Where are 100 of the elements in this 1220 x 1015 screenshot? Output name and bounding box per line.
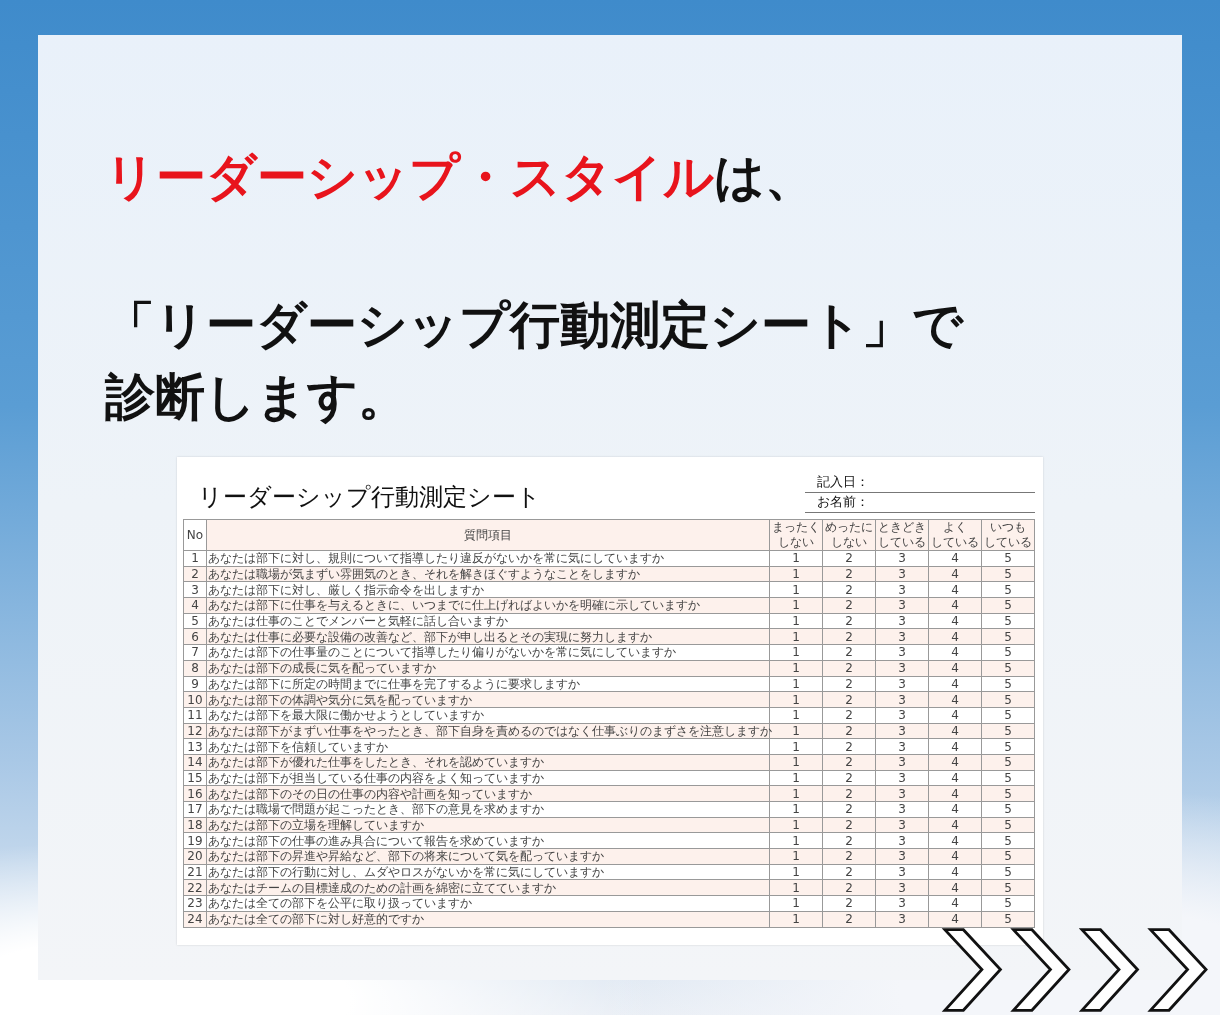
score-cell: 4: [928, 770, 982, 786]
score-cell: 3: [875, 581, 929, 598]
question-cell: あなたは部下を信頼していますか: [206, 738, 770, 755]
row-number: 3: [183, 581, 207, 598]
score-cell: 1: [769, 550, 823, 567]
score-cell: 3: [875, 550, 929, 567]
score-cell: 1: [769, 770, 823, 786]
score-cell: 3: [875, 801, 929, 818]
column-header: めったに: [824, 520, 874, 535]
score-cell: 2: [822, 581, 876, 598]
headline: リーダーシップ・スタイルは、: [105, 147, 816, 208]
score-cell: 1: [769, 864, 823, 880]
score-cell: 5: [981, 676, 1035, 692]
score-cell: 1: [769, 644, 823, 661]
score-cell: 2: [822, 676, 876, 692]
score-cell: 5: [981, 707, 1035, 724]
score-cell: 4: [928, 676, 982, 692]
question-cell: あなたは部下の仕事量のことについて指導したり偏りがないかを常に気にしていますか: [206, 644, 770, 661]
question-cell: あなたは部下に対し、厳しく指示命令を出しますか: [206, 581, 770, 598]
score-cell: 3: [875, 644, 929, 661]
row-number: 17: [183, 801, 207, 818]
fill-in-line[interactable]: 記入日：: [805, 473, 1035, 493]
score-cell: 3: [875, 707, 929, 724]
score-cell: 4: [928, 738, 982, 755]
score-cell: 1: [769, 738, 823, 755]
score-cell: 5: [981, 550, 1035, 567]
score-cell: 1: [769, 801, 823, 818]
score-cell: 1: [769, 676, 823, 692]
question-cell: あなたは部下の仕事の進み具合について報告を求めていますか: [206, 832, 770, 849]
score-cell: 4: [928, 895, 982, 912]
lead-text: 「リーダーシップ行動測定シート」で 診断します。: [105, 295, 963, 428]
row-number: 13: [183, 738, 207, 755]
score-cell: 4: [928, 801, 982, 818]
score-cell: 4: [928, 644, 982, 661]
score-cell: 5: [981, 864, 1035, 880]
column-header: している: [930, 535, 980, 550]
row-number: 21: [183, 864, 207, 880]
column-header: いつも: [989, 520, 1027, 535]
score-cell: 4: [928, 832, 982, 849]
column-header: している: [877, 535, 927, 550]
score-cell: 3: [875, 864, 929, 880]
score-cell: 5: [981, 581, 1035, 598]
score-cell: 3: [875, 895, 929, 912]
column-header: No: [185, 527, 205, 543]
question-cell: あなたは部下の行動に対し、ムダやロスがないかを常に気にしていますか: [206, 864, 770, 880]
score-cell: 5: [981, 832, 1035, 849]
score-cell: 5: [981, 770, 1035, 786]
row-number: 9: [183, 676, 207, 692]
question-cell: あなたは仕事のことでメンバーと気軽に話し合いますか: [206, 613, 770, 629]
fill-in-line[interactable]: お名前：: [805, 493, 1035, 513]
column-header: まったく: [771, 520, 821, 535]
score-cell: 2: [822, 644, 876, 661]
score-cell: 5: [981, 613, 1035, 629]
score-cell: 3: [875, 676, 929, 692]
score-cell: 2: [822, 707, 876, 724]
score-cell: 4: [928, 550, 982, 567]
score-cell: 1: [769, 613, 823, 629]
sheet-title: リーダーシップ行動測定シート: [198, 482, 541, 511]
score-cell: 2: [822, 864, 876, 880]
score-cell: 3: [875, 832, 929, 849]
score-cell: 2: [822, 550, 876, 567]
score-cell: 1: [769, 895, 823, 912]
column-header: ときどき: [877, 520, 927, 535]
score-cell: 3: [875, 770, 929, 786]
score-cell: 1: [769, 707, 823, 724]
column-header: しない: [777, 535, 815, 550]
question-cell: あなたは部下を最大限に働かせようとしていますか: [206, 707, 770, 724]
column-header: している: [983, 535, 1033, 550]
question-cell: あなたは全ての部下を公平に取り扱っていますか: [206, 895, 770, 912]
row-number: 1: [183, 550, 207, 567]
score-cell: 5: [981, 801, 1035, 818]
score-cell: 5: [981, 738, 1035, 755]
column-header: しない: [830, 535, 868, 550]
row-number: 15: [183, 770, 207, 786]
score-cell: 3: [875, 613, 929, 629]
score-cell: 2: [822, 770, 876, 786]
row-number: 19: [183, 832, 207, 849]
score-cell: 2: [822, 738, 876, 755]
row-number: 11: [183, 707, 207, 724]
question-cell: あなたは職場で問題が起こったとき、部下の意見を求めますか: [206, 801, 770, 818]
score-cell: 5: [981, 644, 1035, 661]
score-cell: 2: [822, 895, 876, 912]
column-header: 質問項目: [463, 527, 513, 543]
score-cell: 5: [981, 895, 1035, 912]
question-cell: あなたは部下に所定の時間までに仕事を完了するように要求しますか: [206, 676, 770, 692]
question-cell: あなたは部下に対し、規則について指導したり違反がないかを常に気にしていますか: [206, 550, 770, 567]
score-cell: 2: [822, 613, 876, 629]
score-cell: 2: [822, 832, 876, 849]
score-cell: 4: [928, 864, 982, 880]
row-number: 5: [183, 613, 207, 629]
column-header: よく: [942, 520, 968, 535]
score-cell: 4: [928, 581, 982, 598]
score-cell: 4: [928, 707, 982, 724]
score-cell: 1: [769, 581, 823, 598]
score-cell: 2: [822, 801, 876, 818]
score-cell: 1: [769, 832, 823, 849]
row-number: 23: [183, 895, 207, 912]
score-cell: 3: [875, 738, 929, 755]
score-cell: 4: [928, 613, 982, 629]
row-number: 7: [183, 644, 207, 661]
